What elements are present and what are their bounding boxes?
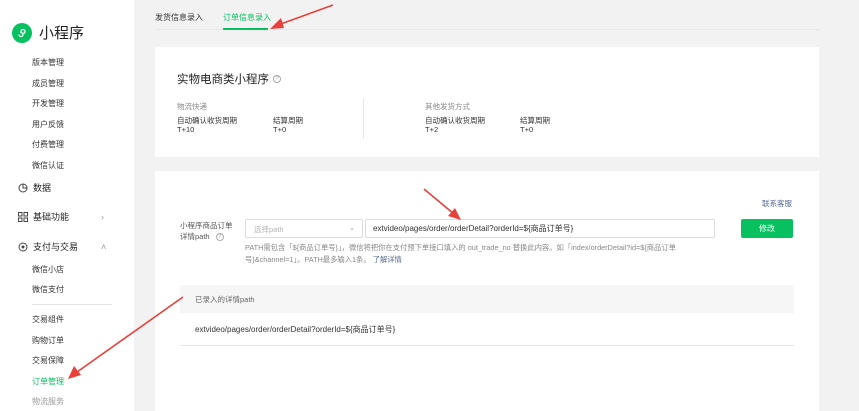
active-tab-indicator: [223, 28, 268, 30]
settle-cycle-value: T+0: [273, 125, 287, 134]
sidebar-item-trade-component[interactable]: 交易组件: [32, 314, 64, 325]
chevron-up-icon: ˄: [101, 241, 107, 252]
sidebar-item-dev[interactable]: 开发管理: [32, 98, 64, 109]
path-field-label: 小程序商品订单 详情path ?: [180, 220, 240, 242]
logistics-section-label: 物流快递: [177, 102, 207, 111]
brand: 小程序: [12, 22, 84, 43]
path-hint: PATH需包含「${商品订单号}」，微信将把你在支付预下单接口填入的 out_t…: [245, 242, 720, 266]
sidebar-item-pay-trade[interactable]: 支付与交易 ˄: [17, 240, 127, 253]
tab-bar: 发货信息录入 订单信息录入: [155, 0, 820, 30]
recorded-path-row: extvideo/pages/order/orderDetail?orderId…: [180, 313, 794, 346]
sidebar-item-members[interactable]: 成员管理: [32, 78, 64, 89]
tab-shipping-info[interactable]: 发货信息录入: [155, 12, 203, 23]
path-select-placeholder: 选择path: [254, 225, 284, 234]
chevron-right-icon: ›: [101, 211, 104, 222]
sidebar-divider: [32, 304, 112, 305]
sidebar: 小程序 版本管理 成员管理 开发管理 用户反馈 付费管理 微信认证 数据 基础功…: [0, 0, 134, 411]
sidebar-item-basic[interactable]: 基础功能 ›: [17, 210, 127, 223]
sidebar-item-logistics[interactable]: 物流服务: [32, 396, 64, 407]
sidebar-item-label: 数据: [33, 183, 52, 193]
summary-title-text: 实物电商类小程序: [177, 74, 269, 86]
path-label-line1: 小程序商品订单: [180, 221, 233, 230]
other-section-label: 其他发货方式: [425, 102, 470, 111]
sidebar-item-version[interactable]: 版本管理: [32, 57, 64, 68]
summary-title: 实物电商类小程序 ?: [177, 71, 281, 87]
sidebar-item-shopping-orders[interactable]: 购物订单: [32, 335, 64, 346]
summary-card: 实物电商类小程序 ? 物流快递 自动确认收货周期 T+10 结算周期 T+0 其…: [155, 47, 819, 157]
sidebar-item-trade-guarantee[interactable]: 交易保障: [32, 355, 64, 366]
sidebar-item-label: 基础功能: [33, 212, 70, 222]
app-name: 小程序: [39, 25, 85, 42]
path-select[interactable]: 选择path ⌄: [245, 219, 363, 238]
help-icon[interactable]: ?: [215, 233, 224, 242]
path-label-line2: 详情path: [180, 232, 210, 241]
tab-order-info[interactable]: 订单信息录入: [223, 12, 271, 23]
sidebar-item-payment-mgmt[interactable]: 付费管理: [32, 139, 64, 150]
chevron-down-icon: ⌄: [349, 225, 355, 232]
confirm-cycle-value: T+2: [425, 125, 439, 134]
learn-more-link[interactable]: 了解详情: [373, 255, 402, 264]
confirm-cycle-value: T+10: [177, 125, 195, 134]
sidebar-item-feedback[interactable]: 用户反馈: [32, 119, 64, 130]
data-icon: [17, 182, 28, 193]
sidebar-item-wechat-pay[interactable]: 微信支付: [32, 284, 64, 295]
section-divider: [363, 99, 364, 139]
sidebar-item-label: 支付与交易: [33, 242, 79, 252]
sidebar-item-data[interactable]: 数据: [17, 181, 51, 194]
recorded-paths-header: 已录入的详情path: [180, 285, 794, 313]
path-hint-text: PATH需包含「${商品订单号}」，微信将把你在支付预下单接口填入的 out_t…: [245, 243, 676, 264]
miniprogram-logo-icon: [12, 22, 32, 43]
sidebar-item-wechat-verify[interactable]: 微信认证: [32, 160, 64, 171]
pay-icon: [17, 241, 28, 252]
sidebar-item-wechat-store[interactable]: 微信小店: [32, 264, 64, 275]
path-input[interactable]: [365, 219, 715, 238]
help-icon[interactable]: ?: [273, 75, 281, 83]
modify-button[interactable]: 修改: [741, 219, 793, 238]
order-path-card: 联系客服 小程序商品订单 详情path ? 选择path ⌄ 修改 PATH需包…: [155, 171, 819, 411]
grid-icon: [17, 211, 28, 222]
settle-cycle-value: T+0: [520, 125, 534, 134]
sidebar-item-order-management[interactable]: 订单管理: [32, 376, 64, 387]
contact-support-link[interactable]: 联系客服: [762, 198, 792, 209]
